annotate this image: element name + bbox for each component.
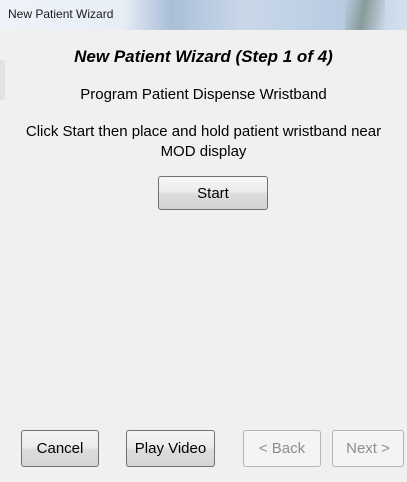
- title-bar[interactable]: New Patient Wizard: [0, 0, 407, 30]
- play-video-button[interactable]: Play Video: [126, 430, 215, 467]
- wizard-instructions: Click Start then place and hold patient …: [25, 123, 382, 160]
- back-button[interactable]: < Back: [243, 430, 321, 467]
- wizard-window: New Patient Wizard New Patient Wizard (S…: [0, 0, 407, 482]
- window-title: New Patient Wizard: [8, 7, 114, 21]
- wizard-step-subheading: Program Patient Dispense Wristband: [80, 86, 327, 103]
- title-bar-highlight: [345, 0, 385, 30]
- wizard-step-heading: New Patient Wizard (Step 1 of 4): [74, 47, 333, 66]
- next-button[interactable]: Next >: [332, 430, 404, 467]
- start-button[interactable]: Start: [158, 176, 268, 210]
- cancel-button[interactable]: Cancel: [21, 430, 99, 467]
